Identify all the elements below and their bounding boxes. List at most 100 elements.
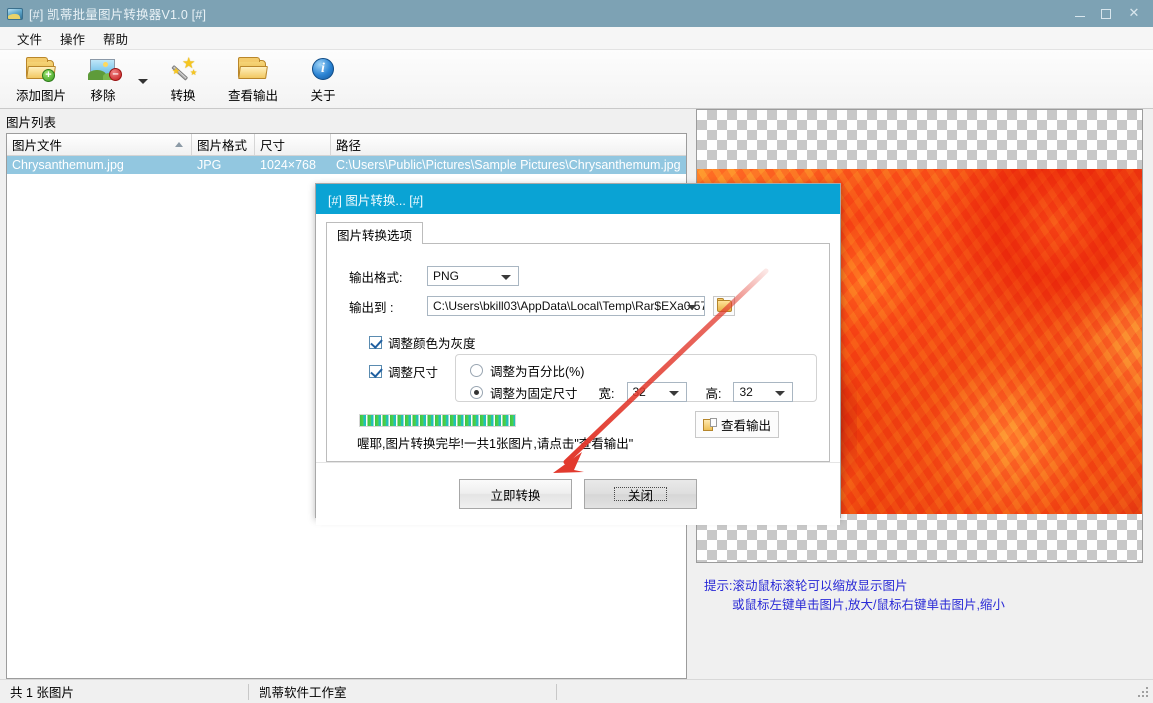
resize-percent-option[interactable]: 调整为百分比(%) — [470, 361, 584, 380]
chevron-down-icon — [668, 391, 679, 396]
output-format-value: PNG — [433, 269, 460, 283]
toolbar-add-images-button[interactable]: + 添加图片 — [10, 50, 72, 104]
resize-percent-radio[interactable] — [470, 364, 483, 377]
width-label: 宽: — [598, 386, 615, 401]
output-path-value: C:\Users\bkill03\AppData\Local\Temp\Rar$… — [433, 299, 704, 313]
convert-now-label: 立即转换 — [490, 488, 541, 503]
menu-item-file[interactable]: 文件 — [8, 27, 51, 50]
grayscale-label: 调整颜色为灰度 — [388, 337, 476, 351]
close-button[interactable]: ✕ — [1119, 0, 1149, 27]
output-format-label: 输出格式: — [349, 270, 403, 285]
toolbar-convert-label: 转换 — [170, 89, 196, 103]
folder-browse-icon — [716, 298, 732, 312]
conversion-status-message: 喔耶,图片转换完毕!一共1张图片,请点击"查看输出" — [357, 437, 634, 451]
info-icon: i — [306, 54, 340, 83]
resize-fixed-radio[interactable] — [470, 385, 483, 399]
resize-row[interactable]: 调整尺寸 — [369, 362, 438, 381]
title-bar: [#] 凯蒂批量图片转换器V1.0 [#] ✕ — [0, 0, 1153, 27]
output-path-row: 输出到 : C:\Users\bkill03\AppData\Local\Tem… — [349, 296, 735, 316]
chevron-down-icon — [138, 78, 148, 84]
toolbar-remove-label: 移除 — [90, 89, 116, 103]
open-window-icon — [703, 417, 717, 432]
height-label: 高: — [705, 386, 722, 401]
status-bar: 共 1 张图片 凯蒂软件工作室 — [0, 679, 1153, 703]
toolbar-view-output-button[interactable]: 查看输出 — [214, 50, 292, 104]
dialog-view-output-label: 查看输出 — [721, 419, 772, 433]
maximize-button[interactable] — [1093, 0, 1119, 27]
cell-format: JPG — [197, 158, 222, 172]
width-select[interactable]: 32 — [626, 382, 687, 402]
resize-label: 调整尺寸 — [388, 366, 439, 380]
resize-percent-label: 调整为百分比(%) — [490, 365, 585, 379]
dialog-tab-panel: 输出格式: PNG 输出到 : C:\Users\bkill03\AppData… — [326, 244, 830, 462]
preview-hints: 提示:滚动鼠标滚轮可以缩放显示图片 或鼠标左键单击图片,放大/鼠标右键单击图片,… — [694, 577, 1153, 679]
dialog-title: [#] 图片转换... [#] — [328, 193, 424, 208]
output-path-select[interactable]: C:\Users\bkill03\AppData\Local\Temp\Rar$… — [427, 296, 705, 316]
resize-fixed-label: 调整为固定尺寸 — [490, 386, 578, 401]
grayscale-checkbox[interactable] — [369, 336, 382, 349]
menu-item-operations[interactable]: 操作 — [51, 27, 94, 50]
width-value: 32 — [632, 385, 646, 399]
chevron-down-icon — [775, 391, 786, 396]
menu-bar: 文件 操作 帮助 — [0, 27, 1153, 50]
column-header-size[interactable]: 尺寸 — [255, 134, 331, 155]
image-list-group-label: 图片列表 — [0, 109, 691, 133]
sort-ascending-icon — [175, 142, 183, 147]
dialog-body: 图片转换选项 输出格式: PNG 输出到 : C:\Users\bkill03\… — [316, 214, 840, 462]
conversion-options-dialog: [#] 图片转换... [#] 图片转换选项 输出格式: PNG 输出到 : C… — [315, 183, 841, 525]
column-header-file[interactable]: 图片文件 — [7, 134, 192, 155]
convert-now-button[interactable]: 立即转换 — [459, 479, 572, 509]
list-header-row: 图片文件 图片格式 尺寸 路径 — [7, 134, 686, 156]
close-dialog-label: 关闭 — [627, 488, 653, 503]
tab-conversion-options[interactable]: 图片转换选项 — [326, 222, 424, 244]
dialog-tabstrip: 图片转换选项 — [326, 222, 830, 244]
app-picture-icon — [7, 6, 23, 22]
conversion-progress-bar — [359, 414, 516, 427]
resize-fixed-option[interactable]: 调整为固定尺寸 宽: 32 高: 32 — [470, 382, 794, 402]
minimize-button[interactable] — [1067, 0, 1093, 27]
output-format-select[interactable]: PNG — [427, 266, 519, 286]
output-path-label: 输出到 : — [349, 300, 394, 315]
chevron-down-icon — [501, 275, 511, 280]
close-dialog-button[interactable]: 关闭 — [584, 479, 697, 509]
resize-options-group: 调整为百分比(%) 调整为固定尺寸 宽: 32 高: 32 — [455, 354, 817, 402]
grayscale-row[interactable]: 调整颜色为灰度 — [369, 333, 476, 352]
menu-item-help[interactable]: 帮助 — [94, 27, 137, 50]
column-header-path-label: 路径 — [336, 139, 362, 153]
dialog-footer: 立即转换 关闭 — [316, 462, 840, 525]
column-header-format-label: 图片格式 — [197, 139, 248, 153]
folder-add-icon: + — [24, 54, 58, 83]
tab-conversion-options-label: 图片转换选项 — [337, 229, 413, 243]
close-icon: ✕ — [1128, 6, 1140, 21]
dialog-title-bar: [#] 图片转换... [#] — [316, 184, 840, 214]
toolbar-about-button[interactable]: i 关于 — [292, 50, 354, 104]
height-select[interactable]: 32 — [733, 382, 794, 402]
cell-path: C:\Users\Public\Pictures\Sample Pictures… — [336, 158, 681, 172]
toolbar-add-images-label: 添加图片 — [15, 89, 66, 103]
toolbar-convert-button[interactable]: ★ ★ ★ 转换 — [152, 50, 214, 104]
hint-line-2: 或鼠标左键单击图片,放大/鼠标右键单击图片,缩小 — [732, 598, 1005, 612]
cell-file: Chrysanthemum.jpg — [12, 158, 124, 172]
toolbar-remove-button[interactable]: – 移除 — [72, 50, 134, 104]
table-row[interactable]: Chrysanthemum.jpg JPG 1024×768 C:\Users\… — [7, 156, 686, 174]
magic-wand-icon: ★ ★ ★ — [166, 54, 200, 83]
cell-size: 1024×768 — [260, 158, 316, 172]
status-vendor: 凯蒂软件工作室 — [259, 686, 347, 700]
window-controls: ✕ — [1067, 0, 1153, 27]
toolbar: + 添加图片 – 移除 ★ ★ ★ 转换 查看输出 i 关于 — [0, 50, 1153, 109]
toolbar-about-label: 关于 — [310, 89, 336, 103]
resize-checkbox[interactable] — [369, 365, 382, 378]
column-header-size-label: 尺寸 — [260, 139, 286, 153]
browse-output-folder-button[interactable] — [713, 296, 735, 316]
toolbar-remove-dropdown-button[interactable] — [134, 50, 152, 104]
window-title: [#] 凯蒂批量图片转换器V1.0 [#] — [29, 8, 207, 22]
column-header-file-label: 图片文件 — [12, 139, 63, 153]
status-divider-2 — [556, 683, 557, 700]
dialog-view-output-button[interactable]: 查看输出 — [695, 411, 780, 438]
column-header-format[interactable]: 图片格式 — [192, 134, 255, 155]
picture-remove-icon: – — [86, 54, 122, 83]
column-header-path[interactable]: 路径 — [331, 134, 686, 155]
chevron-down-icon — [687, 305, 697, 310]
resize-grip-icon[interactable] — [1136, 685, 1150, 699]
height-value: 32 — [739, 385, 753, 399]
